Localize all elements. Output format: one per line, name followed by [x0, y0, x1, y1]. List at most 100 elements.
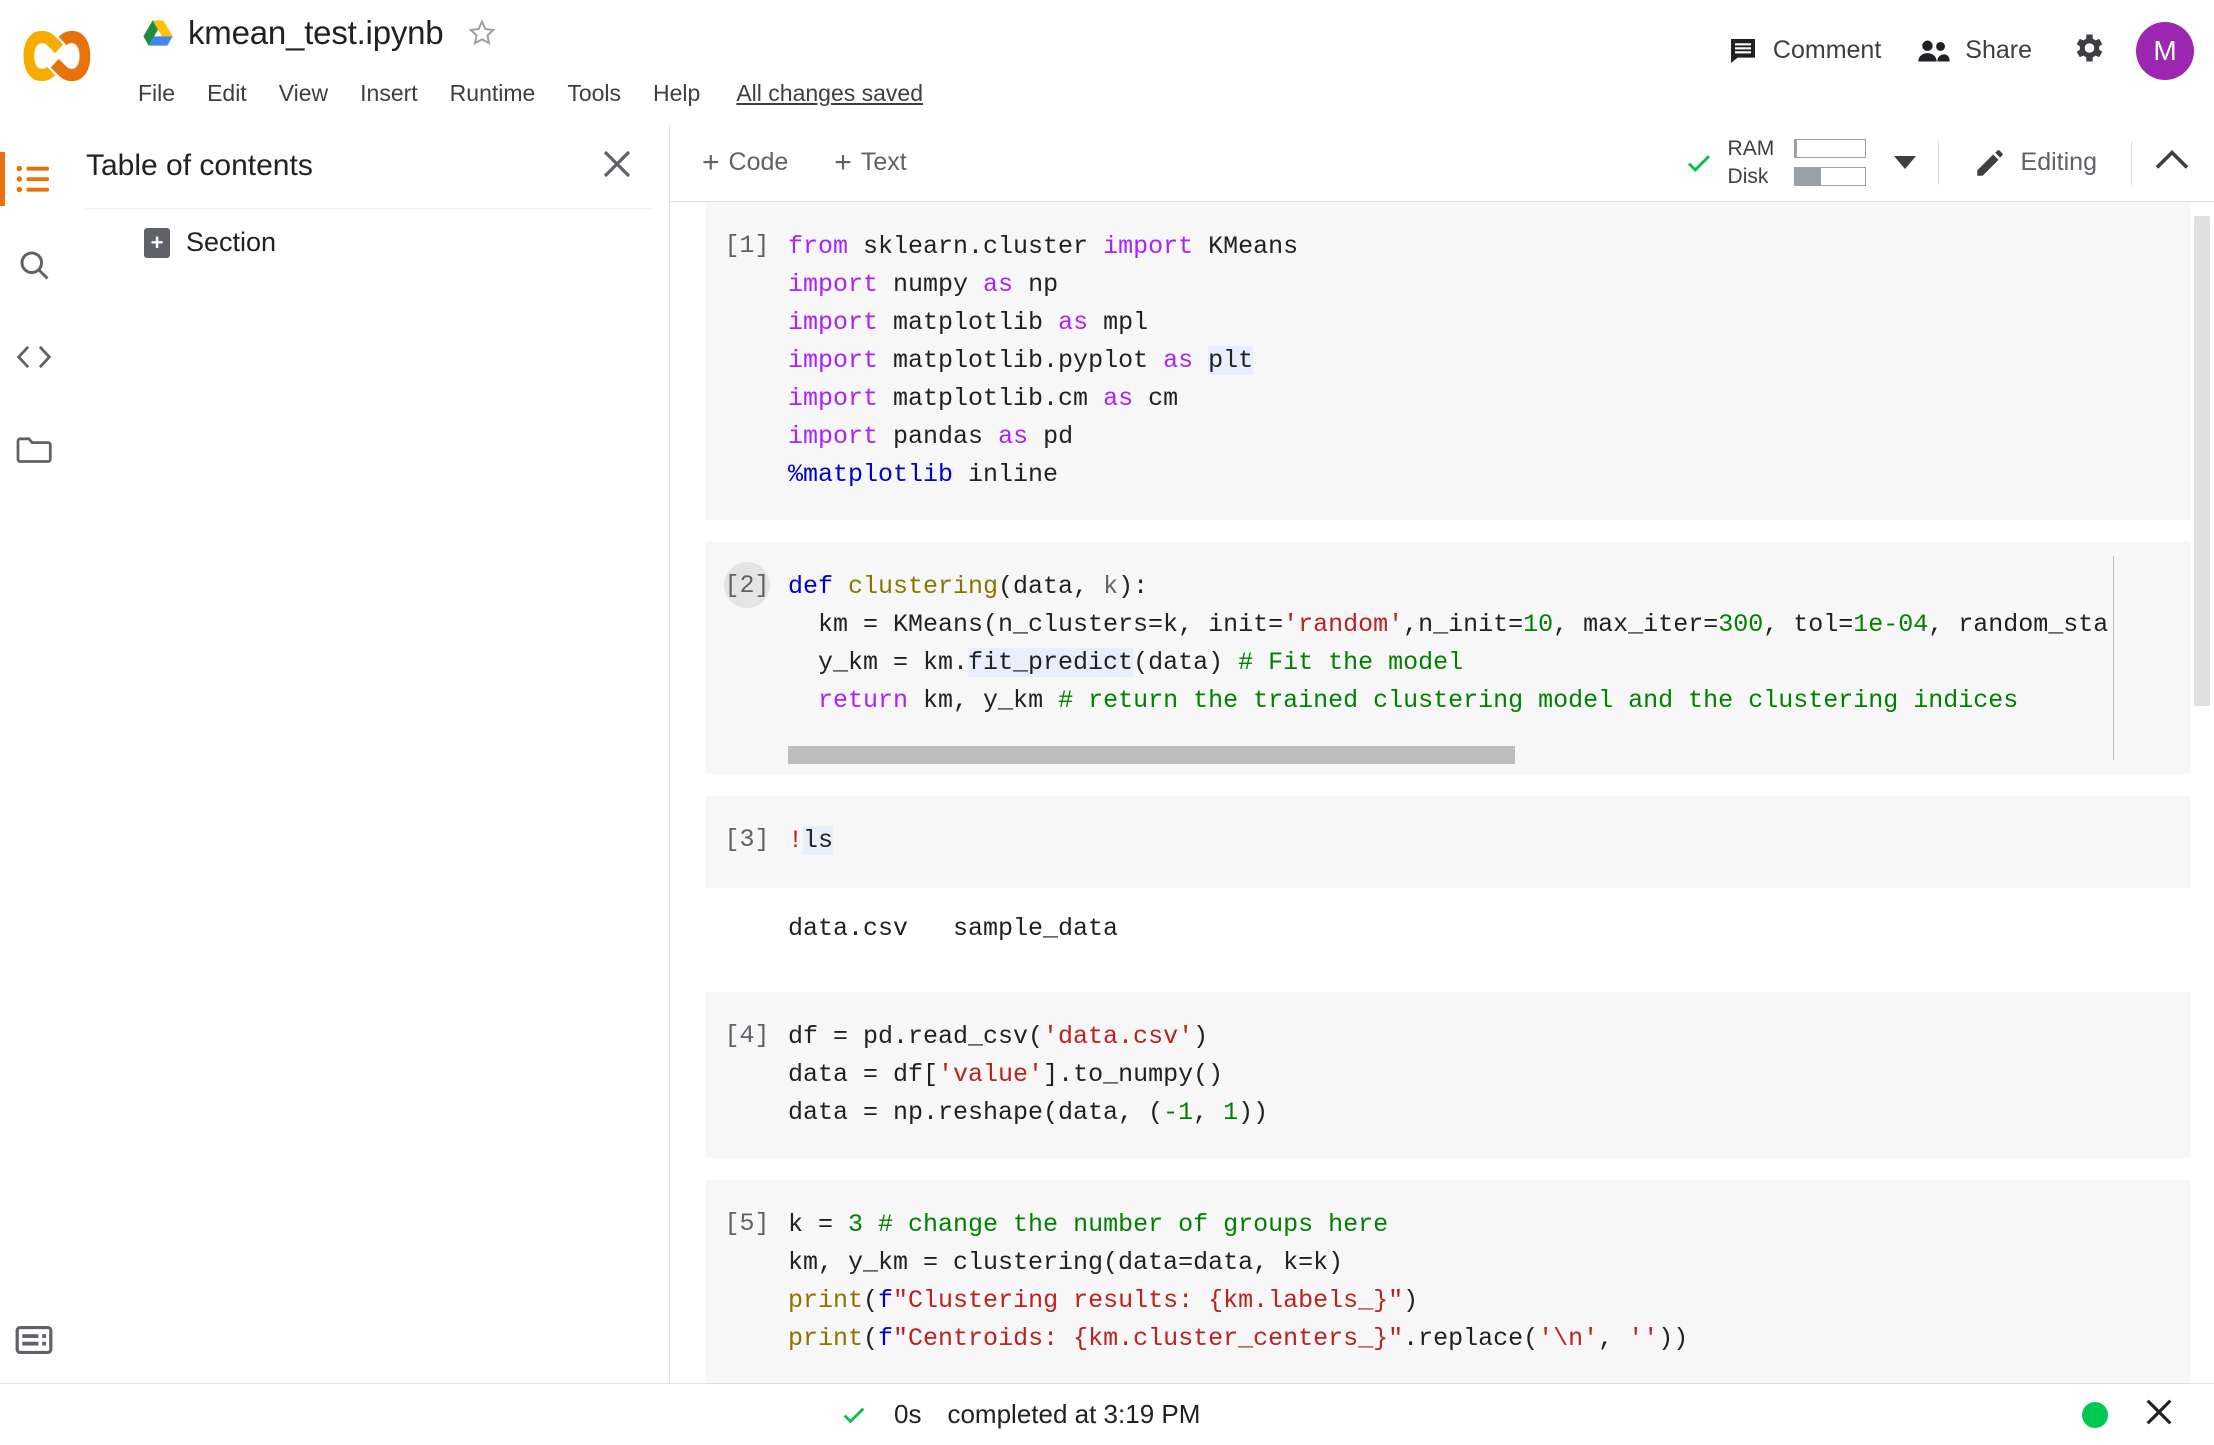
ram-label: RAM — [1727, 136, 1775, 160]
comment-button[interactable]: Comment — [1709, 25, 1899, 77]
execution-count-badge[interactable]: [3] — [724, 816, 770, 862]
code-token: km, y_km = clustering(data=data, k=k) — [788, 1248, 1344, 1277]
comment-icon — [1730, 38, 1755, 63]
execution-completed-text: completed at 3:19 PM — [947, 1399, 1201, 1429]
code-token: ): — [1118, 572, 1149, 601]
notebook-area: [1] from sklearn.cluster import KMeans imp… — [670, 202, 2214, 1403]
code-cell[interactable]: [1] from sklearn.cluster import KMeans imp… — [706, 202, 2200, 520]
ram-meter: RAM — [1728, 136, 1866, 162]
add-text-label: Text — [860, 148, 907, 176]
code-cell-inner: [2] def clustering(data, k): km = KMeans(… — [706, 542, 2200, 746]
settings-button[interactable] — [2058, 18, 2118, 83]
code-token: print — [788, 1286, 864, 1315]
code-cell[interactable]: [3] !ls — [706, 796, 2200, 888]
close-status-button[interactable] — [2142, 1395, 2176, 1434]
code-editor[interactable]: !ls — [788, 822, 2200, 860]
menu-runtime[interactable]: Runtime — [434, 78, 552, 108]
menu-edit[interactable]: Edit — [191, 78, 263, 108]
code-editor[interactable]: from sklearn.cluster import KMeans import… — [788, 228, 2200, 494]
execution-count-badge[interactable]: [5] — [724, 1200, 770, 1246]
avatar[interactable]: M — [2136, 21, 2194, 80]
collapse-header-button[interactable] — [2132, 137, 2214, 188]
code-token: ( — [863, 1286, 879, 1315]
code-token: KMeans — [1208, 232, 1299, 261]
code-cell-inner: [5] k = 3 # change the number of groups h… — [706, 1180, 2200, 1384]
sidebar-item-files[interactable] — [0, 416, 68, 482]
close-toc-button[interactable] — [591, 138, 643, 195]
close-icon — [603, 150, 631, 177]
code-token: 300 — [1718, 610, 1764, 639]
expand-icon[interactable]: + — [144, 227, 170, 258]
code-cell-inner: [1] from sklearn.cluster import KMeans imp… — [706, 202, 2200, 520]
sidebar-item-search[interactable] — [0, 232, 68, 298]
disk-label: Disk — [1727, 164, 1769, 188]
sidebar-item-toc[interactable] — [0, 146, 68, 212]
pencil-icon — [1976, 149, 2003, 176]
scrollbar-thumb[interactable] — [2194, 216, 2210, 706]
code-token: numpy — [893, 270, 984, 299]
menu-help[interactable]: Help — [637, 78, 716, 108]
code-token: ) — [1193, 1022, 1209, 1051]
toolbar-divider — [1937, 140, 1939, 185]
chevron-down-icon[interactable] — [1893, 156, 1916, 169]
code-token: y_km = km. — [788, 648, 969, 677]
code-cell[interactable]: [5] k = 3 # change the number of groups h… — [706, 1180, 2200, 1384]
code-editor[interactable]: def clustering(data, k): km = KMeans(n_c… — [788, 568, 2200, 720]
execution-count[interactable]: [1] — [706, 228, 788, 268]
text-cursor — [2113, 556, 2114, 760]
execution-count[interactable]: [4] — [706, 1018, 788, 1058]
execution-count[interactable]: [2] — [706, 562, 788, 608]
code-token: , — [1598, 1324, 1629, 1353]
star-icon[interactable] — [467, 18, 497, 48]
execution-count-badge[interactable]: [4] — [724, 1012, 770, 1058]
toc-header: Table of contents — [68, 124, 669, 208]
sidebar-item-code-snippets[interactable] — [0, 324, 68, 390]
code-token: (data, — [998, 572, 1104, 601]
menu-file[interactable]: File — [138, 78, 191, 108]
code-token: "Centroids: {km.cluster_centers_}" — [893, 1324, 1404, 1353]
execution-count-badge[interactable]: [1] — [724, 222, 770, 268]
code-token: 'random' — [1283, 610, 1404, 639]
share-button[interactable]: Share — [1899, 26, 2050, 76]
code-editor[interactable]: k = 3 # change the number of groups here… — [788, 1206, 2200, 1358]
menu-view[interactable]: View — [263, 78, 344, 108]
notebook-scrollbar[interactable] — [2190, 202, 2214, 1403]
editing-mode-button[interactable]: Editing — [1953, 138, 2117, 188]
code-hscroll-track[interactable] — [788, 746, 2200, 764]
menu-insert[interactable]: Insert — [344, 78, 434, 108]
code-token: import — [788, 270, 894, 299]
colab-logo-icon[interactable] — [22, 28, 94, 84]
add-code-label: Code — [728, 148, 789, 176]
execution-count-badge[interactable]: [2] — [724, 562, 770, 608]
code-cell[interactable]: [4] df = pd.read_csv('data.csv') data = df… — [706, 992, 2200, 1158]
execution-count[interactable]: [3] — [706, 822, 788, 862]
code-line: import pandas as pd — [788, 418, 2200, 456]
table-of-contents-panel: Table of contents + Section — [68, 124, 670, 1403]
resource-usage-indicator[interactable]: RAM Disk — [1684, 136, 1866, 190]
document-title[interactable]: kmean_test.ipynb — [188, 14, 444, 52]
code-line: df = pd.read_csv('data.csv') — [788, 1018, 2200, 1056]
code-line: !ls — [788, 822, 2200, 860]
code-token: as — [983, 270, 1029, 299]
code-editor[interactable]: df = pd.read_csv('data.csv') data = df['v… — [788, 1018, 2200, 1132]
menu-tools[interactable]: Tools — [551, 78, 637, 108]
sidebar-item-terminal[interactable] — [0, 1307, 68, 1373]
code-token: pandas — [893, 422, 999, 451]
files-icon — [16, 437, 52, 463]
toc-item-section[interactable]: + Section — [68, 209, 669, 276]
drive-icon — [143, 20, 173, 46]
save-status-link[interactable]: All changes saved — [736, 78, 923, 108]
code-cell[interactable]: [2] def clustering(data, k): km = KMeans(… — [706, 542, 2200, 774]
code-token: matplotlib.pyplot — [893, 346, 1164, 375]
execution-count[interactable]: [5] — [706, 1206, 788, 1246]
rail-bottom — [0, 1285, 68, 1373]
code-token: ! — [788, 826, 804, 855]
code-token: 'data.csv' — [1043, 1022, 1194, 1051]
code-token: matplotlib.cm — [893, 384, 1104, 413]
add-code-cell-button[interactable]: + Code — [688, 140, 802, 186]
code-token: matplotlib — [893, 308, 1059, 337]
add-text-cell-button[interactable]: + Text — [820, 140, 920, 186]
code-hscroll-thumb[interactable] — [788, 746, 1515, 764]
plus-icon: + — [834, 145, 852, 179]
